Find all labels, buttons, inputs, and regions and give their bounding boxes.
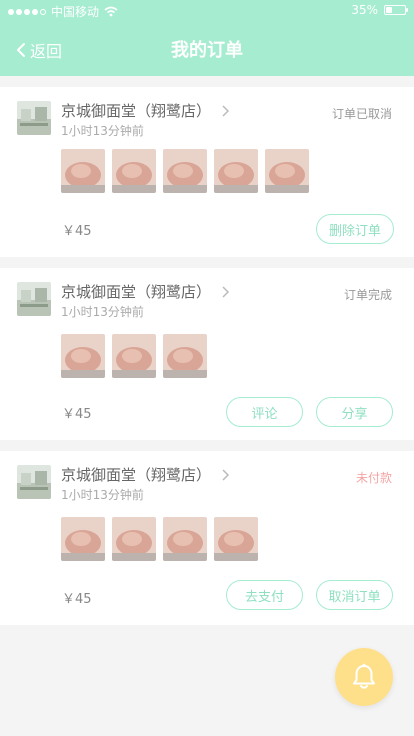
dish-thumbnails (61, 149, 309, 193)
shop-logo (17, 282, 51, 316)
order-time: 1小时13分钟前 (61, 124, 144, 138)
order-card[interactable]: 京城御面堂（翔鹭店） 1小时13分钟前 订单完成 ￥45 评论 分享 (0, 268, 414, 440)
pay-button[interactable]: 去支付 (226, 580, 303, 610)
dish-thumbnail[interactable] (163, 517, 207, 561)
bell-icon (353, 663, 375, 689)
dish-thumbnail[interactable] (163, 334, 207, 378)
shop-name-link[interactable]: 京城御面堂（翔鹭店） (61, 465, 231, 485)
order-status: 订单完成 (343, 288, 392, 302)
shop-name: 京城御面堂（翔鹭店） (61, 102, 212, 120)
chevron-right-icon (222, 105, 230, 117)
shop-name-link[interactable]: 京城御面堂（翔鹭店） (61, 101, 231, 121)
order-price: ￥45 (62, 407, 92, 422)
shop-name-link[interactable]: 京城御面堂（翔鹭店） (61, 282, 231, 302)
shop-name: 京城御面堂（翔鹭店） (61, 466, 212, 484)
dish-thumbnail[interactable] (61, 517, 105, 561)
dish-thumbnail[interactable] (112, 334, 156, 378)
dish-thumbnails (61, 334, 207, 378)
delete-order-button[interactable]: 删除订单 (316, 214, 394, 244)
chevron-right-icon (222, 286, 230, 298)
battery-percent: 35% (351, 3, 378, 17)
order-price: ￥45 (62, 592, 92, 607)
signal-icon (8, 8, 46, 15)
dish-thumbnail[interactable] (112, 517, 156, 561)
wifi-icon (104, 6, 118, 17)
carrier-label: 中国移动 (51, 5, 100, 19)
dish-thumbnail[interactable] (265, 149, 309, 193)
dish-thumbnail[interactable] (214, 149, 258, 193)
cancel-order-button[interactable]: 取消订单 (316, 580, 393, 610)
order-card[interactable]: 京城御面堂（翔鹭店） 1小时13分钟前 订单已取消 ￥45 删除订单 (0, 87, 414, 257)
shop-name: 京城御面堂（翔鹭店） (61, 283, 212, 301)
review-button[interactable]: 评论 (226, 397, 303, 427)
notification-fab[interactable] (335, 648, 393, 706)
order-status: 未付款 (355, 471, 392, 485)
share-button[interactable]: 分享 (316, 397, 393, 427)
order-card[interactable]: 京城御面堂（翔鹭店） 1小时13分钟前 未付款 ￥45 去支付 取消订单 (0, 451, 414, 625)
shop-logo (17, 101, 51, 135)
status-bar: 中国移动 35% (0, 0, 414, 22)
dish-thumbnail[interactable] (61, 149, 105, 193)
dish-thumbnail[interactable] (214, 517, 258, 561)
battery-icon (384, 5, 408, 15)
dish-thumbnail[interactable] (112, 149, 156, 193)
page-title: 我的订单 (171, 40, 243, 61)
order-time: 1小时13分钟前 (61, 488, 144, 502)
chevron-right-icon (222, 469, 230, 481)
order-price: ￥45 (62, 224, 92, 239)
order-time: 1小时13分钟前 (61, 305, 144, 319)
shop-logo (17, 465, 51, 499)
nav-bar: 返回 我的订单 (0, 22, 414, 76)
order-status: 订单已取消 (331, 107, 392, 121)
dish-thumbnail[interactable] (163, 149, 207, 193)
dish-thumbnail[interactable] (61, 334, 105, 378)
dish-thumbnails (61, 517, 258, 561)
